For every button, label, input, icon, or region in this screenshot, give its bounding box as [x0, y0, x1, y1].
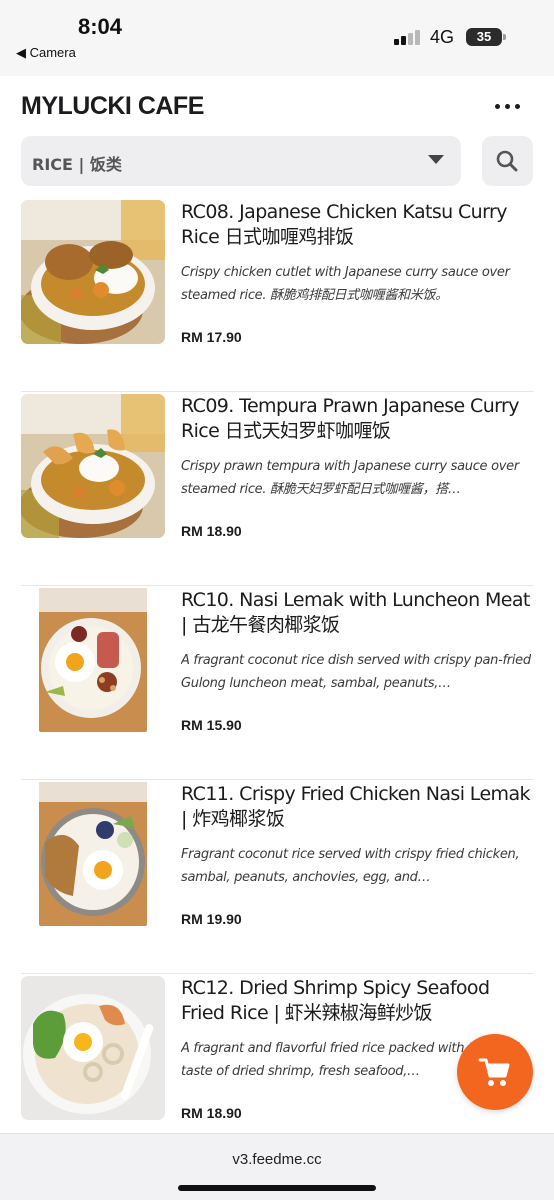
app-header: MYLUCKI CAFE RICE | 饭类	[0, 76, 554, 198]
more-dots-icon	[495, 104, 500, 109]
status-bar: 8:04 ◀ Camera 4G 35	[0, 0, 554, 76]
item-description: A fragrant coconut rice dish served with…	[181, 653, 531, 691]
signal-icon	[394, 29, 422, 45]
search-icon	[496, 150, 518, 172]
home-indicator[interactable]	[178, 1185, 376, 1191]
item-price: RM 18.90	[181, 1105, 242, 1121]
item-description: Crispy prawn tempura with Japanese curry…	[181, 459, 519, 497]
battery-tip	[503, 34, 506, 40]
back-to-camera-link[interactable]: ◀ Camera	[16, 45, 76, 61]
menu-item[interactable]: RC10. Nasi Lemak with Luncheon Meat | 古龙…	[0, 586, 554, 780]
browser-bottom-bar: v3.feedme.cc	[0, 1133, 554, 1200]
item-price: RM 15.90	[181, 717, 242, 733]
item-description: Crispy chicken cutlet with Japanese curr…	[181, 265, 510, 303]
category-dropdown[interactable]: RICE | 饭类	[21, 136, 461, 186]
food-photo-rc10	[39, 588, 147, 732]
item-name: RC08. Japanese Chicken Katsu Curry Rice …	[181, 201, 507, 248]
network-type: 4G	[430, 27, 455, 47]
search-button[interactable]	[482, 136, 533, 186]
chevron-down-icon	[428, 155, 444, 164]
menu-item[interactable]: RC09. Tempura Prawn Japanese Curry Rice …	[0, 392, 554, 586]
cart-button[interactable]	[457, 1034, 533, 1110]
item-price: RM 17.90	[181, 329, 242, 345]
more-options-button[interactable]	[494, 96, 522, 116]
item-price: RM 19.90	[181, 911, 242, 927]
item-name: RC10. Nasi Lemak with Luncheon Meat | 古龙…	[181, 589, 530, 636]
status-time: 8:04	[78, 14, 123, 39]
food-photo-rc09	[21, 394, 165, 538]
url-bar[interactable]: v3.feedme.cc	[0, 1151, 554, 1168]
food-photo-rc08	[21, 200, 165, 344]
item-name: RC09. Tempura Prawn Japanese Curry Rice …	[181, 395, 520, 442]
menu-item[interactable]: RC08. Japanese Chicken Katsu Curry Rice …	[0, 198, 554, 392]
menu-list: RC08. Japanese Chicken Katsu Curry Rice …	[0, 198, 554, 1133]
item-price: RM 18.90	[181, 523, 242, 539]
food-photo-rc11	[39, 782, 147, 926]
food-photo-rc12	[21, 976, 165, 1120]
item-name: RC12. Dried Shrimp Spicy Seafood Fried R…	[181, 977, 490, 1024]
category-label: RICE | 饭类	[32, 155, 122, 174]
item-description: Fragrant coconut rice served with crispy…	[181, 847, 520, 885]
battery-icon: 35	[466, 28, 502, 46]
menu-item[interactable]: RC11. Crispy Fried Chicken Nasi Lemak | …	[0, 780, 554, 974]
page-title: MYLUCKI CAFE	[21, 92, 204, 120]
cart-icon	[478, 1058, 510, 1086]
item-name: RC11. Crispy Fried Chicken Nasi Lemak | …	[181, 783, 531, 830]
